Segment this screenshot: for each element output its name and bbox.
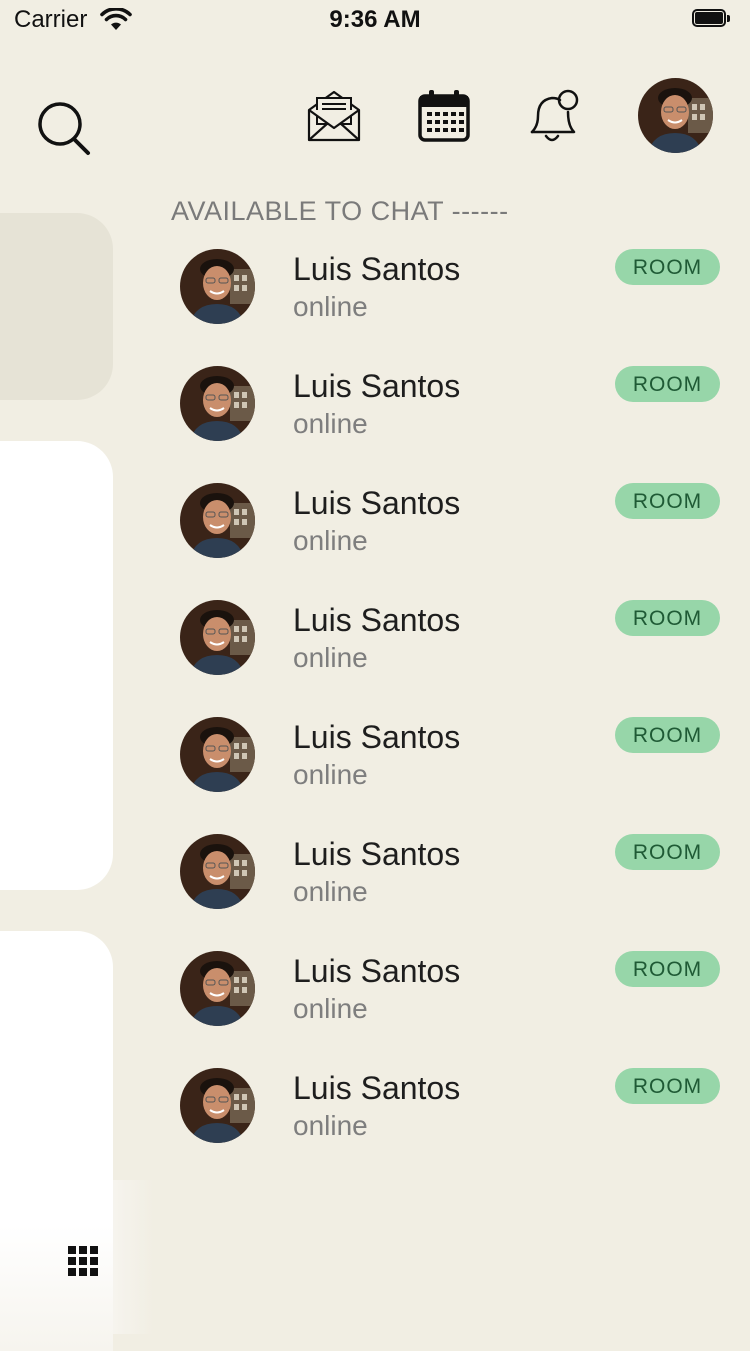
battery-icon <box>692 9 732 29</box>
section-title: AVAILABLE TO CHAT ------ <box>171 196 509 226</box>
room-button[interactable]: ROOM <box>615 951 720 987</box>
calendar-icon[interactable] <box>414 86 474 146</box>
room-button[interactable]: ROOM <box>615 366 720 402</box>
contact-name: Luis Santos <box>293 1070 461 1106</box>
room-button[interactable]: ROOM <box>615 717 720 753</box>
contact-avatar <box>180 366 255 441</box>
bottom-fade <box>113 1180 153 1334</box>
side-card-3[interactable] <box>0 931 113 1351</box>
contact-name: Luis Santos <box>293 836 461 872</box>
status-bar: Carrier 9:36 AM <box>0 0 750 40</box>
contact-status: online <box>293 291 368 322</box>
contact-name: Luis Santos <box>293 602 461 638</box>
room-button[interactable]: ROOM <box>615 600 720 636</box>
app-grid-icon[interactable] <box>66 1244 100 1278</box>
list-item[interactable]: Luis Santos online ROOM <box>170 249 730 349</box>
contact-status: online <box>293 876 368 907</box>
profile-avatar[interactable] <box>638 78 713 153</box>
contact-avatar <box>180 600 255 675</box>
contact-status: online <box>293 1110 368 1141</box>
contact-avatar <box>180 951 255 1026</box>
contact-avatar <box>180 483 255 558</box>
contact-status: online <box>293 642 368 673</box>
side-card-2[interactable] <box>0 441 113 890</box>
list-item[interactable]: Luis Santos online ROOM <box>170 1068 730 1168</box>
list-item[interactable]: Luis Santos online ROOM <box>170 366 730 466</box>
contact-avatar <box>180 717 255 792</box>
contact-status: online <box>293 525 368 556</box>
mail-open-icon[interactable] <box>304 86 364 146</box>
list-item[interactable]: Luis Santos online ROOM <box>170 483 730 583</box>
list-item[interactable]: Luis Santos online ROOM <box>170 951 730 1051</box>
search-icon[interactable] <box>34 98 94 158</box>
room-button[interactable]: ROOM <box>615 249 720 285</box>
contact-name: Luis Santos <box>293 953 461 989</box>
contact-avatar <box>180 1068 255 1143</box>
contact-avatar <box>180 249 255 324</box>
contact-status: online <box>293 759 368 790</box>
room-button[interactable]: ROOM <box>615 483 720 519</box>
contact-name: Luis Santos <box>293 368 461 404</box>
room-button[interactable]: ROOM <box>615 834 720 870</box>
contact-status: online <box>293 993 368 1024</box>
bell-notification-icon[interactable] <box>524 86 584 146</box>
list-item[interactable]: Luis Santos online ROOM <box>170 834 730 934</box>
contact-name: Luis Santos <box>293 485 461 521</box>
clock: 9:36 AM <box>329 6 421 33</box>
contact-status: online <box>293 408 368 439</box>
contact-avatar <box>180 834 255 909</box>
contact-name: Luis Santos <box>293 251 461 287</box>
list-item[interactable]: Luis Santos online ROOM <box>170 717 730 817</box>
side-card-1[interactable] <box>0 213 113 400</box>
contact-name: Luis Santos <box>293 719 461 755</box>
list-item[interactable]: Luis Santos online ROOM <box>170 600 730 700</box>
room-button[interactable]: ROOM <box>615 1068 720 1104</box>
